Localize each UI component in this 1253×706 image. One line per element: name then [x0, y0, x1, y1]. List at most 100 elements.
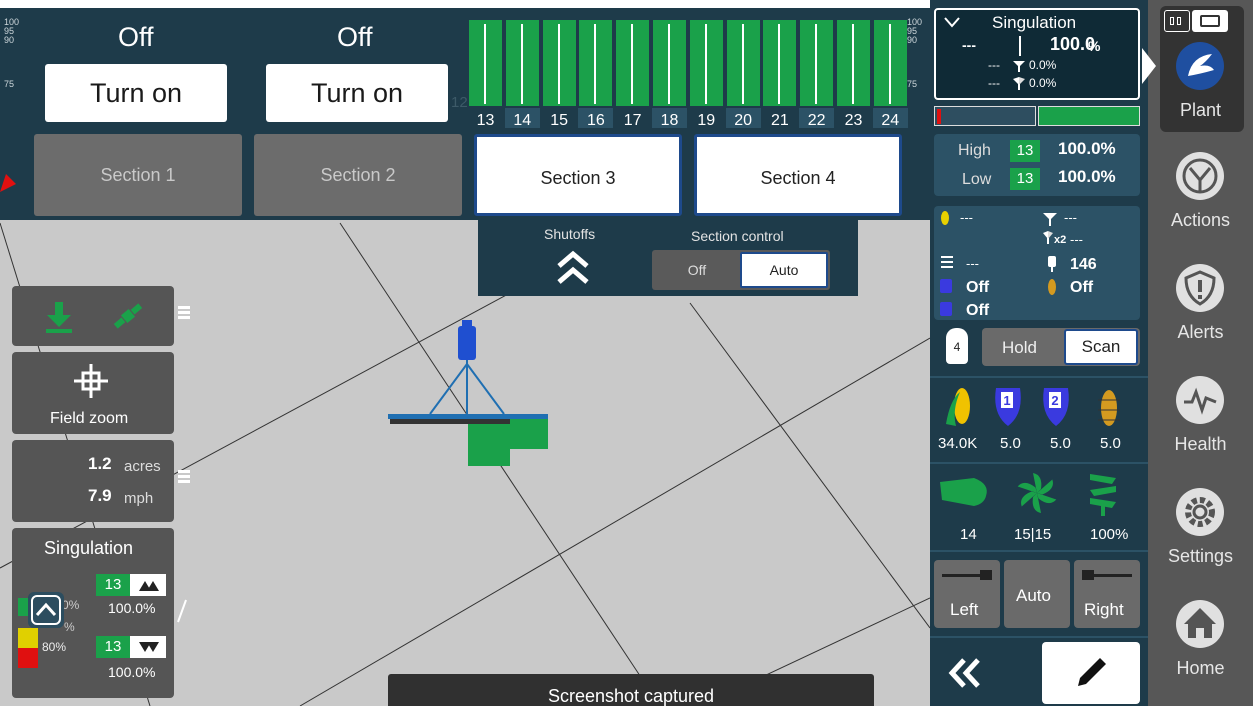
satellite-icon[interactable] [110, 298, 146, 334]
row-bar-right [1038, 106, 1140, 126]
doubles-dashes: --- [988, 76, 1000, 90]
shutoffs-chevron-up-icon[interactable] [556, 250, 590, 286]
section-1-status: Off [118, 22, 154, 52]
marker-right-icon [1082, 570, 1132, 580]
marker-left-label: Left [950, 600, 979, 619]
row-bar-marker [888, 24, 891, 104]
row-metrics[interactable]: --- --- x2 --- --- 146 Off Off Off [934, 206, 1140, 320]
singulation-dashes: --- [962, 37, 976, 53]
row-bar-marker [704, 24, 707, 104]
high-arrow-icon [130, 574, 166, 596]
insecticide-icon [1098, 390, 1120, 426]
alerts-icon[interactable] [1176, 264, 1224, 312]
gauge-label-top: 0% [62, 598, 80, 612]
shutoffs-label: Shutoffs [544, 226, 596, 242]
section-2-turn-on-button[interactable]: Turn on [266, 64, 448, 122]
nav-pointer-icon [1142, 48, 1156, 84]
marker-auto-label: Auto [1016, 586, 1051, 605]
edit-slash-icon[interactable] [176, 598, 188, 624]
collapse-double-chevron-icon[interactable] [948, 658, 982, 688]
single-view-icon[interactable] [1192, 10, 1228, 32]
chevron-down-icon[interactable] [944, 16, 960, 28]
product-1-icon [940, 279, 952, 293]
section-control-toggle[interactable]: Off Auto [652, 250, 830, 290]
section-1-button[interactable]: Section 1 [34, 134, 242, 216]
singulation-summary[interactable]: Singulation --- 100.0 % --- 0.0% --- 0.0… [934, 8, 1140, 100]
section-3-button[interactable]: Section 3 [474, 134, 682, 216]
row-bars: 13 14 15 16 17 18 19 20 21 22 23 24 [467, 20, 910, 136]
section-4-button[interactable]: Section 4 [694, 134, 902, 216]
skips-dashes: --- [988, 58, 1000, 72]
area-menu-icon[interactable] [178, 468, 190, 485]
high-low-summary[interactable]: High 13 100.0% Low 13 100.0% [934, 134, 1140, 196]
section-2-status: Off [337, 22, 373, 52]
skip-metric-value: --- [1064, 210, 1077, 225]
download-icon[interactable] [42, 300, 76, 334]
planter-implement [388, 320, 548, 466]
marker-right-label: Right [1084, 600, 1124, 619]
hold-scan-toggle[interactable]: Hold Scan [982, 328, 1140, 366]
row-bar-marker [631, 24, 634, 104]
row-bar-marker [741, 24, 744, 104]
menu-icon[interactable] [178, 304, 190, 321]
high-value: 100.0% [108, 600, 156, 616]
seed-value: --- [960, 210, 973, 225]
row-bar-marker [484, 24, 486, 104]
section-2-button[interactable]: Section 2 [254, 134, 462, 216]
product-1-rate: 5.0 [1000, 435, 1021, 452]
scale-90-right: 90 [907, 35, 918, 45]
nav-health[interactable]: Health [1148, 434, 1253, 455]
nav-alerts[interactable]: Alerts [1148, 322, 1253, 343]
acres-unit: acres [124, 458, 161, 475]
chevron-up-icon[interactable] [28, 592, 64, 628]
nav-home[interactable]: Home [1148, 658, 1253, 679]
area-speed-widget[interactable]: 1.2 acres 7.9 mph [12, 440, 190, 522]
health-icon[interactable] [1176, 376, 1224, 424]
collapse-button[interactable] [28, 592, 64, 628]
corn-rate: 34.0K [938, 435, 978, 452]
scan-option[interactable]: Scan [1064, 329, 1138, 365]
section-1-turn-on-button[interactable]: Turn on [45, 64, 227, 122]
settings-icon[interactable] [1176, 488, 1224, 536]
marker-left-button[interactable]: Left [934, 560, 1000, 628]
row-indicator-value: 4 [953, 340, 961, 354]
insecticide-status: Off [1070, 279, 1094, 296]
marker-auto-button[interactable]: Auto [1004, 560, 1070, 628]
section-control-auto[interactable]: Auto [740, 252, 828, 288]
double-metric-value: --- [1070, 232, 1083, 247]
nav-settings[interactable]: Settings [1148, 546, 1253, 567]
row-bar-marker [815, 24, 818, 104]
high-row: 13 [1010, 140, 1040, 162]
hold-option[interactable]: Hold [1002, 338, 1037, 358]
nav-actions[interactable]: Actions [1148, 210, 1253, 231]
singulation-widget[interactable]: Singulation 0% % 80% 13 100.0% 13 100.0% [12, 528, 187, 698]
singulation-panel-title: Singulation [992, 13, 1077, 32]
plant-icon[interactable] [1176, 42, 1224, 90]
map-layers-widget[interactable] [12, 286, 190, 346]
shutoffs-panel: Shutoffs Section control Off Auto [478, 220, 858, 296]
row-bar-marker [520, 24, 523, 104]
dual-view-icon[interactable] [1164, 10, 1190, 32]
field-zoom-button[interactable]: Field zoom [12, 352, 174, 434]
gauge-yellow [18, 628, 38, 648]
edit-button[interactable] [1042, 642, 1140, 704]
nav-plant[interactable]: Plant [1148, 100, 1253, 121]
actions-icon[interactable] [1176, 152, 1224, 200]
gauge-label-low: 80% [42, 640, 67, 654]
skips-value: 0.0% [1029, 58, 1057, 72]
speed-value: 7.9 [88, 486, 112, 505]
row-bar-marker [778, 24, 781, 104]
row-bar-left [934, 106, 1036, 126]
low-percent: 100.0% [1058, 167, 1116, 186]
screenshot-toast: Screenshot captured [388, 674, 874, 706]
marker-right-button[interactable]: Right [1074, 560, 1140, 628]
faint-row-number: 12 [451, 94, 468, 111]
section-buttons-bar: Section 1 Section 2 Section 3 Section 4 [0, 128, 930, 220]
low-row-badge: 13 [96, 636, 130, 658]
home-icon[interactable] [1176, 600, 1224, 648]
main-navigation: Plant Actions Alerts Health Settings Hom… [1142, 0, 1253, 706]
scale-75: 75 [4, 79, 15, 89]
low-value: 100.0% [108, 664, 156, 680]
scale-90: 90 [4, 35, 15, 45]
section-control-off[interactable]: Off [652, 250, 742, 290]
